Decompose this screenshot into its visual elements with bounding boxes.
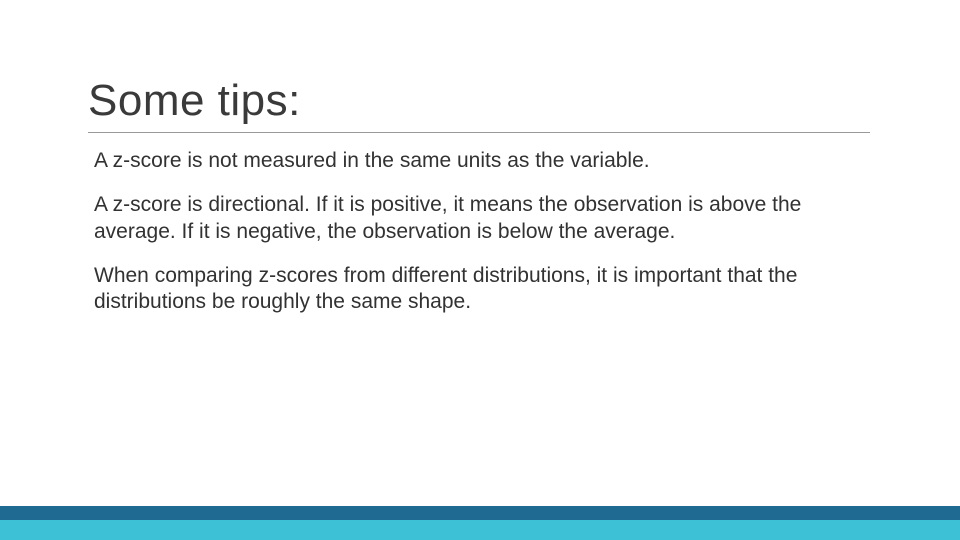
body-paragraph: A z-score is not measured in the same un… <box>94 148 870 174</box>
footer-bar-dark <box>0 506 960 520</box>
slide-title: Some tips: <box>88 76 301 126</box>
slide-body: A z-score is not measured in the same un… <box>94 148 870 333</box>
body-paragraph: When comparing z-scores from different d… <box>94 263 870 316</box>
body-paragraph: A z-score is directional. If it is posit… <box>94 192 870 245</box>
title-underline <box>88 132 870 133</box>
footer-bar-light <box>0 520 960 540</box>
slide: Some tips: A z-score is not measured in … <box>0 0 960 540</box>
